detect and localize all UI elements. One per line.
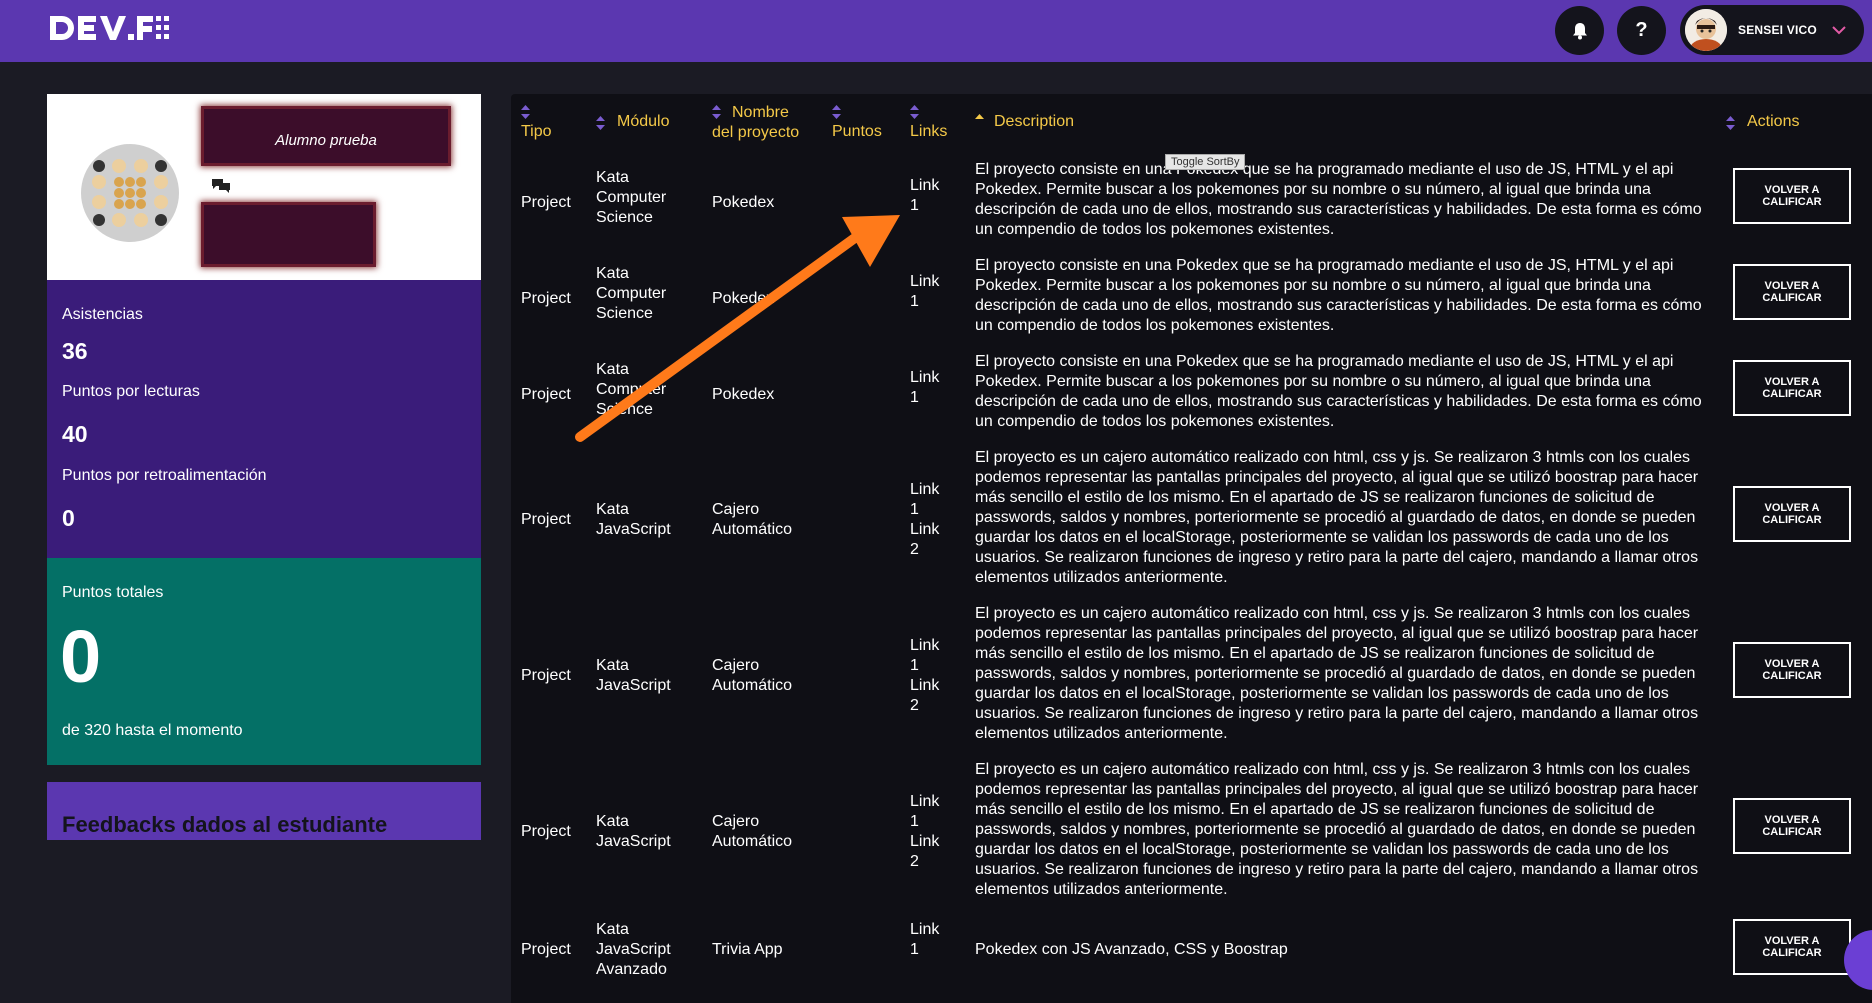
attendance-label: Asistencias [62, 306, 143, 323]
project-link-2[interactable]: Link 2 [910, 676, 950, 716]
regrade-button[interactable]: VOLVER A CALIFICAR [1733, 642, 1851, 698]
header-puntos[interactable]: Puntos [832, 122, 882, 142]
user-avatar [1685, 9, 1727, 51]
table-row: Project Kata Computer Science Pokedex Li… [511, 352, 1872, 446]
header-actions[interactable]: Actions [1747, 112, 1799, 132]
cell-tipo: Project [521, 290, 571, 307]
redacted-info-box [204, 205, 373, 264]
sort-icon[interactable] [832, 105, 841, 119]
cell-tipo: Project [521, 823, 571, 840]
table-row: Project Kata Computer Science Pokedex Li… [511, 256, 1872, 350]
feedback-title: Feedbacks dados al estudiante [62, 812, 388, 837]
header-links[interactable]: Links [910, 122, 947, 142]
cell-modulo: Kata Computer Science [596, 361, 667, 418]
student-stats-panel: Asistencias 36 Puntos por lecturas 40 Pu… [47, 280, 481, 558]
student-avatar [81, 144, 179, 242]
cell-tipo: Project [521, 667, 571, 684]
cell-modulo: Kata JavaScript [596, 501, 671, 538]
total-points-label: Puntos totales [62, 584, 164, 601]
sort-icon[interactable] [521, 105, 530, 119]
regrade-button[interactable]: VOLVER A CALIFICAR [1733, 919, 1851, 975]
project-link-2[interactable]: Link 2 [910, 832, 950, 872]
sort-tooltip: Toggle SortBy [1165, 154, 1246, 170]
sort-icon[interactable] [596, 116, 605, 130]
student-profile-card: Alumno prueba [47, 94, 481, 280]
feedback-panel: Feedbacks dados al estudiante [47, 782, 481, 840]
project-link-2[interactable]: Link 2 [910, 520, 950, 560]
cell-nombre: Cajero Automático [712, 813, 793, 850]
devf-logo[interactable] [48, 14, 174, 42]
cell-nombre: Cajero Automático [712, 657, 793, 694]
cell-description: El proyecto consiste en una Pokedex que … [975, 257, 1702, 334]
total-points-value: 0 [60, 615, 102, 698]
feedback-points-label: Puntos por retroalimentación [62, 467, 267, 484]
table-row: Project Kata JavaScript Avanzado Trivia … [511, 919, 1872, 1003]
cell-description: El proyecto es un cajero automático real… [975, 449, 1699, 586]
user-name: SENSEI VICO [1738, 23, 1817, 37]
cell-tipo: Project [521, 511, 571, 528]
cell-description: El proyecto es un cajero automático real… [975, 761, 1699, 898]
table-row: Project Kata JavaScript Cajero Automátic… [511, 448, 1872, 600]
sort-icon[interactable] [1726, 116, 1735, 130]
student-name: Alumno prueba [275, 132, 377, 149]
chevron-down-icon[interactable] [1830, 21, 1848, 39]
cell-description: El proyecto consiste en una Pokedex que … [975, 353, 1702, 430]
cell-description: El proyecto es un cajero automático real… [975, 605, 1699, 742]
student-name-box: Alumno prueba [204, 109, 448, 163]
total-points-subtitle: de 320 hasta el momento [62, 722, 243, 739]
user-menu[interactable]: SENSEI VICO [1680, 5, 1864, 55]
project-link-1[interactable]: Link 1 [910, 368, 950, 408]
cell-nombre: Pokedex [712, 290, 775, 307]
header-tipo[interactable]: Tipo [521, 122, 552, 142]
total-points-panel: Puntos totales 0 de 320 hasta el momento [47, 558, 481, 765]
cell-modulo: Kata JavaScript Avanzado [596, 921, 671, 978]
help-label: ? [1635, 19, 1648, 41]
feedback-points-value: 0 [62, 505, 75, 531]
header-modulo[interactable]: Módulo [617, 112, 669, 132]
cell-modulo: Kata JavaScript [596, 657, 671, 694]
top-navbar: ? SENSEI VICO [0, 0, 1872, 62]
project-link-1[interactable]: Link 1 [910, 792, 950, 832]
projects-table: Tipo Módulo Nombre del proyecto Puntos L… [511, 94, 1872, 1003]
cell-nombre: Trivia App [712, 941, 783, 958]
notifications-button[interactable] [1555, 6, 1604, 55]
project-link-1[interactable]: Link 1 [910, 272, 950, 312]
bell-icon [1572, 22, 1587, 39]
cell-nombre: Pokedex [712, 386, 775, 403]
sort-asc-icon[interactable] [975, 114, 984, 128]
cell-description: El proyecto consiste en una Pokedex que … [975, 161, 1702, 238]
cell-tipo: Project [521, 941, 571, 958]
sort-icon[interactable] [910, 105, 919, 119]
header-nombre[interactable]: Nombre del proyecto [712, 103, 812, 143]
table-row: Project Kata Computer Science Pokedex Li… [511, 160, 1872, 254]
regrade-button[interactable]: VOLVER A CALIFICAR [1733, 264, 1851, 320]
header-description[interactable]: Description [994, 112, 1074, 132]
regrade-button[interactable]: VOLVER A CALIFICAR [1733, 486, 1851, 542]
reading-points-value: 40 [62, 421, 88, 447]
table-row: Project Kata JavaScript Cajero Automátic… [511, 604, 1872, 756]
cell-modulo: Kata Computer Science [596, 265, 667, 322]
cell-tipo: Project [521, 194, 571, 211]
project-link-1[interactable]: Link 1 [910, 920, 950, 960]
cell-description: Pokedex con JS Avanzado, CSS y Boostrap [975, 941, 1288, 958]
chat-bubbles-icon[interactable] [211, 177, 231, 193]
cell-tipo: Project [521, 386, 571, 403]
cell-modulo: Kata Computer Science [596, 169, 667, 226]
attendance-value: 36 [62, 338, 88, 364]
cell-nombre: Cajero Automático [712, 501, 793, 538]
regrade-button[interactable]: VOLVER A CALIFICAR [1733, 360, 1851, 416]
regrade-button[interactable]: VOLVER A CALIFICAR [1733, 798, 1851, 854]
cell-modulo: Kata JavaScript [596, 813, 671, 850]
project-link-1[interactable]: Link 1 [910, 176, 950, 216]
cell-nombre: Pokedex [712, 194, 775, 211]
project-link-1[interactable]: Link 1 [910, 480, 950, 520]
project-link-1[interactable]: Link 1 [910, 636, 950, 676]
table-row: Project Kata JavaScript Cajero Automátic… [511, 760, 1872, 912]
help-button[interactable]: ? [1617, 6, 1666, 55]
regrade-button[interactable]: VOLVER A CALIFICAR [1733, 168, 1851, 224]
reading-points-label: Puntos por lecturas [62, 383, 200, 400]
